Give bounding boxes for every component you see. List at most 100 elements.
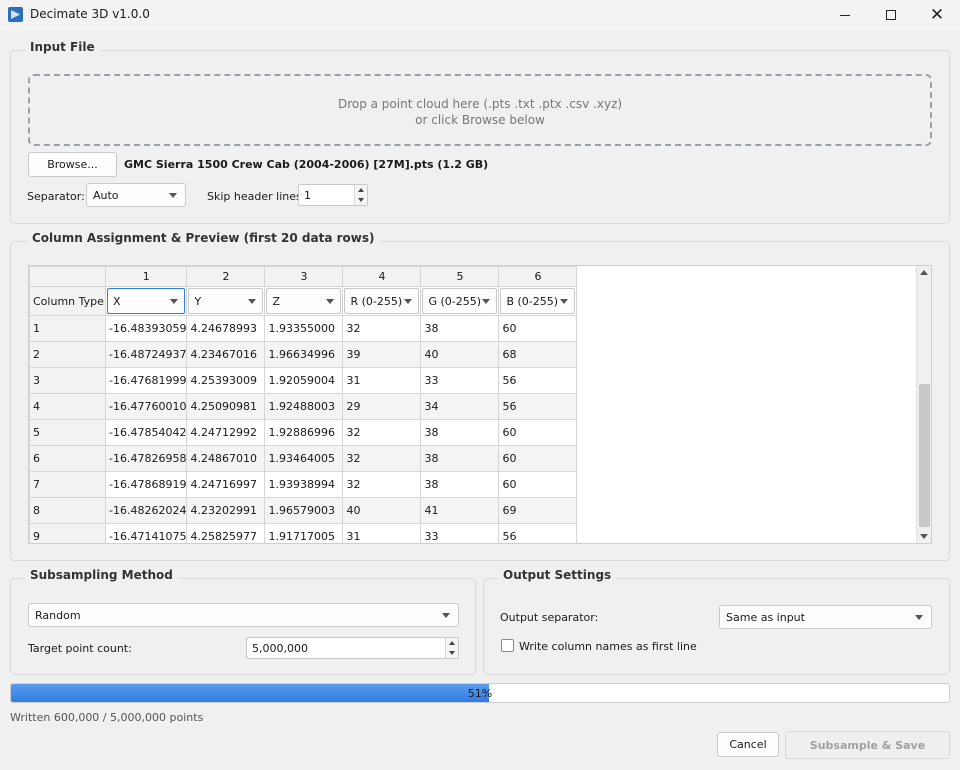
table-cell[interactable]: 1.96634996 [264, 341, 344, 368]
table-cell[interactable]: 1.93938994 [264, 471, 344, 498]
target-count-spinbox[interactable]: 5,000,000 [246, 637, 459, 659]
skip-header-label: Skip header lines: [207, 190, 306, 203]
table-cell[interactable]: -16.48262024 [104, 497, 188, 524]
drop-zone[interactable]: Drop a point cloud here (.pts .txt .ptx … [28, 74, 932, 146]
column-type-select[interactable]: Z [266, 288, 342, 314]
table-row: 7 -16.47868919 4.24716997 1.93938994 32 38 60 [29, 471, 578, 498]
table-cell[interactable]: 32 [342, 445, 422, 472]
table-cell[interactable]: 40 [420, 341, 500, 368]
table-cell[interactable]: 41 [420, 497, 500, 524]
table-cell[interactable]: 69 [498, 497, 578, 524]
row-header: 6 [29, 445, 106, 472]
table-row: 1 -16.48393059 4.24678993 1.93355000 32 38 60 [29, 315, 578, 342]
table-cell[interactable]: 60 [498, 445, 578, 472]
table-cell[interactable]: -16.48724937 [104, 341, 188, 368]
table-cell[interactable]: 4.25090981 [186, 393, 266, 420]
table-cell[interactable]: -16.47760010 [104, 393, 188, 420]
table-cell[interactable]: 4.24678993 [186, 315, 266, 342]
table-cell[interactable]: 56 [498, 393, 578, 420]
spin-down-icon[interactable] [449, 651, 455, 655]
scroll-down-icon[interactable] [920, 534, 928, 539]
table-cell[interactable]: 34 [420, 393, 500, 420]
table-cell[interactable]: -16.47854042 [104, 419, 188, 446]
table-cell[interactable]: 1.96579003 [264, 497, 344, 524]
column-type-select[interactable]: B (0-255) [500, 288, 576, 314]
table-cell[interactable]: 56 [498, 523, 578, 543]
target-count-value: 5,000,000 [252, 641, 308, 655]
table-cell[interactable]: 4.24716997 [186, 471, 266, 498]
preview-table[interactable]: 1 2 3 4 5 6 Column Type X Y Z R (0-255) … [28, 265, 932, 544]
subsample-save-button[interactable]: Subsample & Save [785, 731, 950, 759]
table-cell[interactable]: 38 [420, 315, 500, 342]
spin-up-icon[interactable] [358, 188, 364, 192]
cancel-button[interactable]: Cancel [717, 732, 779, 757]
table-cell[interactable]: 60 [498, 419, 578, 446]
scroll-up-icon[interactable] [920, 270, 928, 275]
table-cell[interactable]: 4.25825977 [186, 523, 266, 543]
table-cell[interactable]: 1.91717005 [264, 523, 344, 543]
maximize-button[interactable] [868, 0, 914, 30]
table-cell[interactable]: 1.93464005 [264, 445, 344, 472]
spin-buttons[interactable] [445, 638, 458, 658]
spin-up-icon[interactable] [449, 641, 455, 645]
table-cell[interactable]: 4.25393009 [186, 367, 266, 394]
separator-select[interactable]: Auto [86, 183, 186, 207]
table-scrollbar[interactable] [916, 266, 931, 543]
column-type-value: Y [194, 294, 202, 308]
table-cell[interactable]: 1.92886996 [264, 419, 344, 446]
table-cell[interactable]: 32 [342, 419, 422, 446]
table-cell[interactable]: 39 [342, 341, 422, 368]
table-cell[interactable]: 4.23467016 [186, 341, 266, 368]
column-type-select[interactable]: Y [188, 288, 264, 314]
column-type-select[interactable]: G (0-255) [422, 288, 498, 314]
row-header: 4 [29, 393, 106, 420]
table-cell[interactable]: 33 [420, 367, 500, 394]
table-cell[interactable]: 32 [342, 471, 422, 498]
skip-header-spinbox[interactable]: 1 [298, 184, 368, 206]
table-cell[interactable]: 38 [420, 419, 500, 446]
table-cell[interactable]: 40 [342, 497, 422, 524]
row-header: 3 [29, 367, 106, 394]
column-type-select[interactable]: X [107, 288, 186, 314]
header-checkbox[interactable] [501, 639, 514, 652]
table-cell[interactable]: 1.93355000 [264, 315, 344, 342]
table-cell[interactable]: 32 [342, 315, 422, 342]
chevron-down-icon [442, 613, 450, 618]
method-value: Random [35, 608, 81, 622]
scroll-thumb[interactable] [919, 384, 930, 527]
table-cell[interactable]: -16.47141075 [104, 523, 188, 543]
table-cell[interactable]: 4.23202991 [186, 497, 266, 524]
table-cell[interactable]: -16.47868919 [104, 471, 188, 498]
table-cell[interactable]: -16.47681999 [104, 367, 188, 394]
table-cell[interactable]: -16.48393059 [104, 315, 188, 342]
table-cell[interactable]: 38 [420, 445, 500, 472]
output-separator-select[interactable]: Same as input [719, 605, 932, 629]
table-cell[interactable]: 4.24712992 [186, 419, 266, 446]
column-type-value: B (0-255) [506, 294, 559, 308]
close-button[interactable]: ✕ [914, 0, 960, 30]
method-select[interactable]: Random [28, 603, 459, 627]
table-cell[interactable]: 68 [498, 341, 578, 368]
minimize-button[interactable] [822, 0, 868, 30]
spin-down-icon[interactable] [358, 198, 364, 202]
preview-grid: 1 2 3 4 5 6 Column Type X Y Z R (0-255) … [29, 266, 578, 543]
progress-bar: 51% [10, 683, 950, 703]
table-cell[interactable]: 60 [498, 315, 578, 342]
spin-buttons[interactable] [354, 185, 367, 205]
column-type-value: R (0-255) [350, 294, 403, 308]
table-cell[interactable]: 56 [498, 367, 578, 394]
browse-button[interactable]: Browse... [28, 152, 117, 177]
table-cell[interactable]: 31 [342, 523, 422, 543]
table-row: 3 -16.47681999 4.25393009 1.92059004 31 33 56 [29, 367, 578, 394]
table-cell[interactable]: 38 [420, 471, 500, 498]
header-checkbox-label[interactable]: Write column names as first line [519, 640, 697, 653]
table-cell[interactable]: 1.92488003 [264, 393, 344, 420]
table-cell[interactable]: 1.92059004 [264, 367, 344, 394]
table-cell[interactable]: 4.24867010 [186, 445, 266, 472]
table-cell[interactable]: 29 [342, 393, 422, 420]
table-cell[interactable]: 60 [498, 471, 578, 498]
table-cell[interactable]: -16.47826958 [104, 445, 188, 472]
table-cell[interactable]: 33 [420, 523, 500, 543]
table-cell[interactable]: 31 [342, 367, 422, 394]
column-type-select[interactable]: R (0-255) [344, 288, 420, 314]
